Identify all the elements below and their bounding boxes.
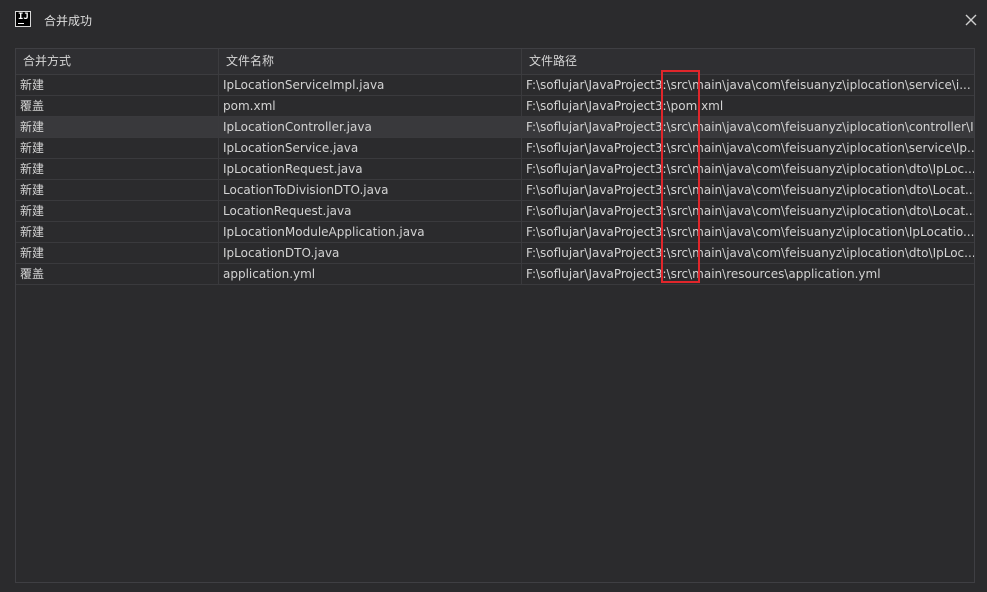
file-name-cell: LocationRequest.java bbox=[219, 201, 522, 221]
table-row[interactable]: 新建 IpLocationServiceImpl.java F:\sofluja… bbox=[16, 75, 974, 96]
file-name-cell: pom.xml bbox=[219, 96, 522, 116]
file-path-cell: F:\soflujar\JavaProject3:\src\main\java\… bbox=[526, 162, 974, 176]
merge-mode-cell: 覆盖 bbox=[16, 96, 219, 116]
file-name-cell: application.yml bbox=[219, 264, 522, 284]
file-name-cell: IpLocationService.java bbox=[219, 138, 522, 158]
merge-mode-cell: 新建 bbox=[16, 243, 219, 263]
file-name-cell: LocationToDivisionDTO.java bbox=[219, 180, 522, 200]
column-header-file-path[interactable]: 文件路径 bbox=[522, 49, 974, 74]
table-row[interactable]: 新建 IpLocationRequest.java F:\soflujar\Ja… bbox=[16, 159, 974, 180]
merge-mode-cell: 新建 bbox=[16, 222, 219, 242]
merge-mode-cell: 新建 bbox=[16, 159, 219, 179]
title-bar: IJ 合并成功 bbox=[0, 0, 987, 40]
table-row[interactable]: 新建 IpLocationModuleApplication.java F:\s… bbox=[16, 222, 974, 243]
dialog-title: 合并成功 bbox=[44, 14, 93, 28]
intellij-app-icon: IJ bbox=[15, 11, 31, 27]
merge-mode-cell: 新建 bbox=[16, 180, 219, 200]
file-path-cell: F:\soflujar\JavaProject3:\src\main\resou… bbox=[526, 267, 881, 281]
merge-mode-cell: 新建 bbox=[16, 201, 219, 221]
file-name-cell: IpLocationServiceImpl.java bbox=[219, 75, 522, 95]
file-path-cell: F:\soflujar\JavaProject3:\src\main\java\… bbox=[526, 78, 971, 92]
column-header-file-name[interactable]: 文件名称 bbox=[219, 49, 522, 74]
merge-result-table: 合并方式 文件名称 文件路径 新建 IpLocationServiceImpl.… bbox=[15, 48, 975, 583]
column-header-merge-mode[interactable]: 合并方式 bbox=[16, 49, 219, 74]
file-path-cell: F:\soflujar\JavaProject3:\src\main\java\… bbox=[526, 225, 974, 239]
merge-mode-cell: 新建 bbox=[16, 75, 219, 95]
file-path-cell: F:\soflujar\JavaProject3:\src\main\java\… bbox=[526, 183, 974, 197]
table-row[interactable]: 新建 IpLocationDTO.java F:\soflujar\JavaPr… bbox=[16, 243, 974, 264]
close-icon[interactable] bbox=[962, 11, 980, 29]
merge-mode-cell: 新建 bbox=[16, 117, 219, 137]
merge-mode-cell: 覆盖 bbox=[16, 264, 219, 284]
file-path-cell: F:\soflujar\JavaProject3:\src\main\java\… bbox=[526, 120, 975, 134]
file-name-cell: IpLocationDTO.java bbox=[219, 243, 522, 263]
table-row[interactable]: 覆盖 application.yml F:\soflujar\JavaProje… bbox=[16, 264, 974, 285]
file-path-cell: F:\soflujar\JavaProject3:\src\main\java\… bbox=[526, 204, 974, 218]
file-name-cell: IpLocationModuleApplication.java bbox=[219, 222, 522, 242]
table-row[interactable]: 新建 LocationToDivisionDTO.java F:\sofluja… bbox=[16, 180, 974, 201]
file-path-cell: F:\soflujar\JavaProject3:\pom.xml bbox=[526, 99, 724, 113]
file-path-cell: F:\soflujar\JavaProject3:\src\main\java\… bbox=[526, 141, 974, 155]
table-row[interactable]: 新建 LocationRequest.java F:\soflujar\Java… bbox=[16, 201, 974, 222]
table-row[interactable]: 覆盖 pom.xml F:\soflujar\JavaProject3:\pom… bbox=[16, 96, 974, 117]
merge-mode-cell: 新建 bbox=[16, 138, 219, 158]
table-row[interactable]: 新建 IpLocationService.java F:\soflujar\Ja… bbox=[16, 138, 974, 159]
table-row-selected[interactable]: 新建 IpLocationController.java F:\soflujar… bbox=[16, 117, 975, 138]
file-name-cell: IpLocationRequest.java bbox=[219, 159, 522, 179]
file-path-cell: F:\soflujar\JavaProject3:\src\main\java\… bbox=[526, 246, 974, 260]
file-name-cell: IpLocationController.java bbox=[219, 117, 522, 137]
table-header: 合并方式 文件名称 文件路径 bbox=[16, 49, 974, 75]
